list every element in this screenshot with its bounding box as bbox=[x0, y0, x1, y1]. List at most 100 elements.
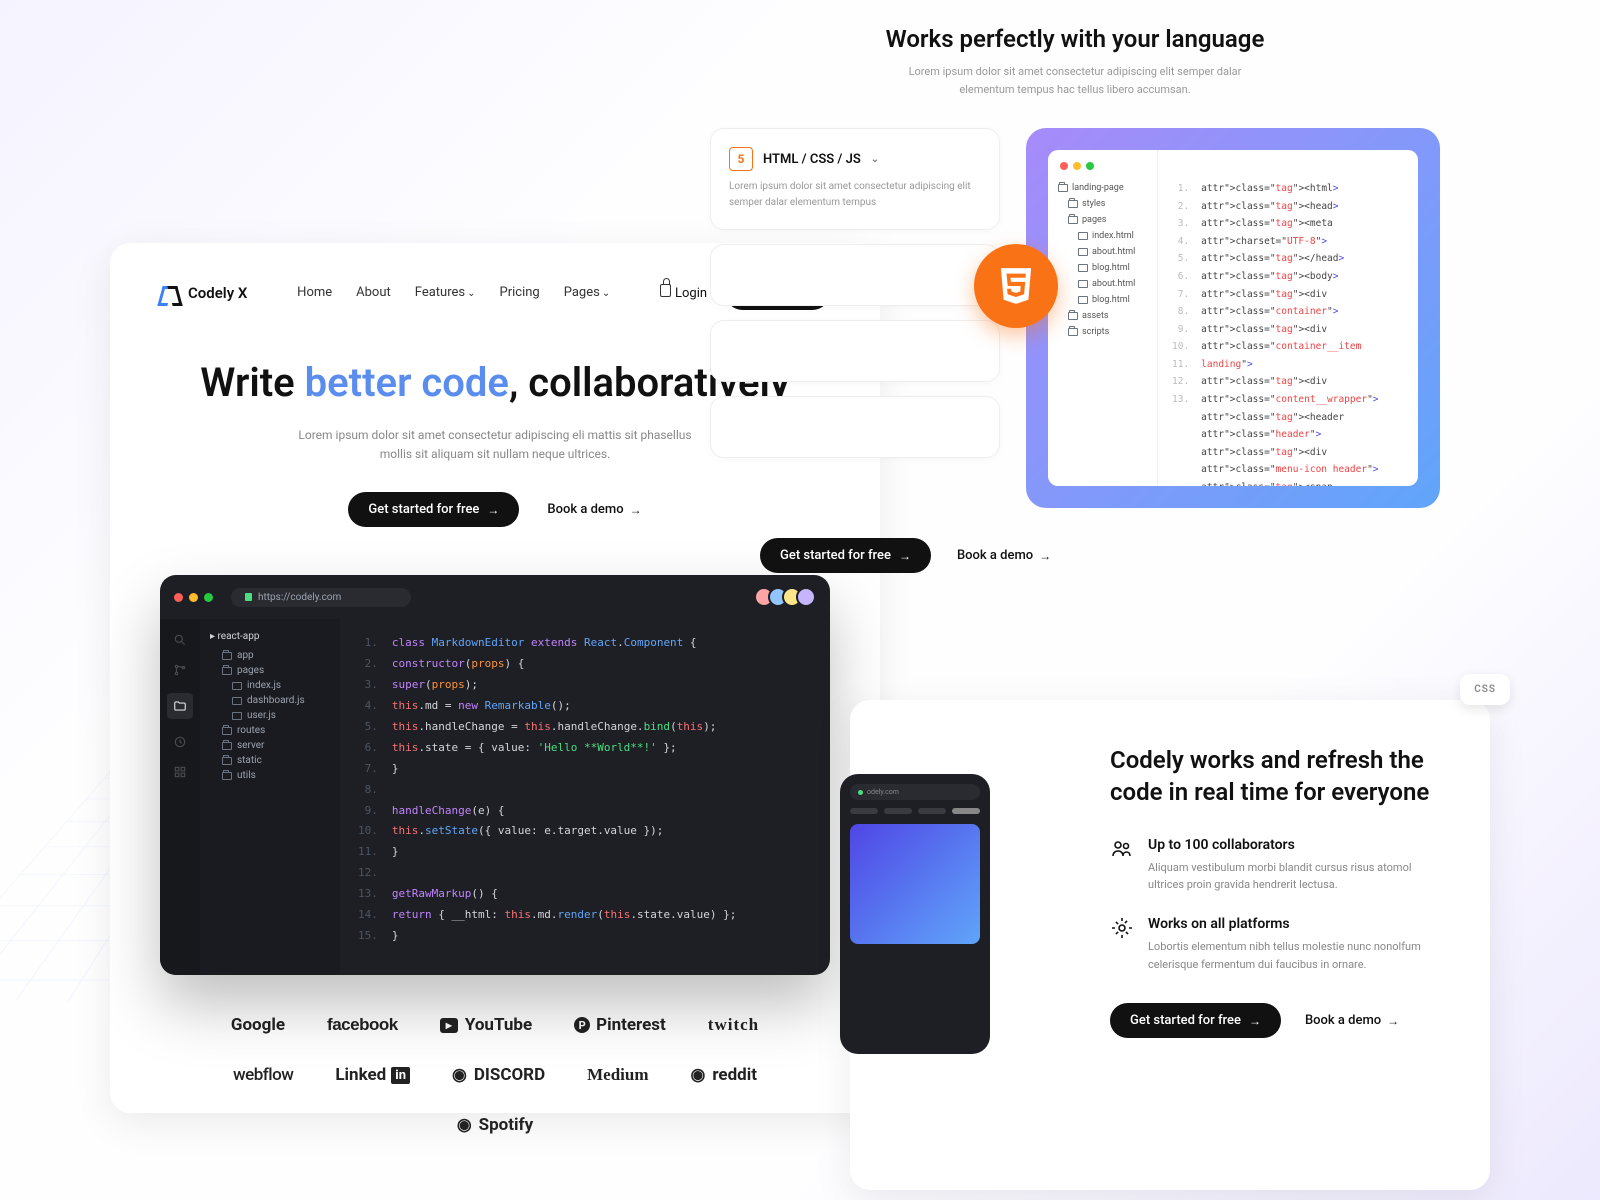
extensions-icon[interactable] bbox=[173, 765, 187, 779]
folder-icon bbox=[222, 742, 232, 750]
realtime-section: CSS odely.com Codely works and refresh t… bbox=[850, 700, 1490, 1190]
lang-card-title: HTML / CSS / JS bbox=[763, 152, 861, 167]
realtime-illustration: CSS odely.com bbox=[900, 744, 1070, 1146]
folder-icon bbox=[1068, 200, 1078, 208]
brand-logo: Pinterest bbox=[574, 1015, 666, 1035]
debug-icon[interactable] bbox=[173, 735, 187, 749]
lock-icon bbox=[245, 593, 252, 601]
lang-subtitle: Lorem ipsum dolor sit amet consectetur a… bbox=[885, 63, 1265, 98]
feature-title: Works on all platforms bbox=[1148, 916, 1440, 932]
feature-collaborators: Up to 100 collaboratorsAliquam vestibulu… bbox=[1110, 837, 1440, 894]
tree-item[interactable]: assets bbox=[1058, 308, 1147, 324]
html5-badge-icon bbox=[974, 244, 1058, 328]
language-card-placeholder[interactable] bbox=[710, 320, 1000, 382]
logo-text: Codely X bbox=[188, 284, 247, 302]
file-tree: ▸ react-app apppagesindex.jsdashboard.js… bbox=[200, 619, 340, 975]
folder-icon bbox=[222, 727, 232, 735]
folder-icon bbox=[222, 667, 232, 675]
feature-body: Aliquam vestibulum morbi blandit cursus … bbox=[1148, 859, 1440, 894]
book-demo-link[interactable]: Book a demo bbox=[1305, 1013, 1399, 1028]
tree-item[interactable]: blog.html bbox=[1058, 260, 1147, 276]
files-icon[interactable] bbox=[167, 693, 193, 719]
tree-root[interactable]: ▸ react-app bbox=[210, 631, 330, 642]
tree-item[interactable]: blog.html bbox=[1058, 292, 1147, 308]
get-started-free-button[interactable]: Get started for free bbox=[760, 538, 931, 573]
css-label: CSS bbox=[1460, 674, 1510, 705]
book-demo-link[interactable]: Book a demo bbox=[547, 502, 641, 517]
feature-platforms: Works on all platforms Lobortis elementum… bbox=[1110, 916, 1440, 973]
preview-tree: landing-pagestylespagesindex.htmlabout.h… bbox=[1048, 150, 1158, 486]
nav-item-pricing[interactable]: Pricing bbox=[500, 285, 540, 300]
file-icon bbox=[232, 682, 242, 690]
file-icon bbox=[1078, 248, 1088, 256]
language-card-placeholder[interactable] bbox=[710, 244, 1000, 306]
tree-item[interactable]: index.html bbox=[1058, 228, 1147, 244]
realtime-title: Codely works and refresh the code in rea… bbox=[1110, 744, 1440, 809]
brand-logo: Google bbox=[231, 1015, 285, 1035]
hero-subtitle: Lorem ipsum dolor sit amet consectetur a… bbox=[285, 426, 705, 464]
tree-item[interactable]: styles bbox=[1058, 196, 1147, 212]
logo[interactable]: Codely X bbox=[160, 283, 247, 303]
brand-logo: DISCORD bbox=[452, 1065, 545, 1085]
html5-icon: 5 bbox=[729, 147, 753, 171]
brand-logo: reddit bbox=[691, 1065, 758, 1085]
file-icon bbox=[232, 712, 242, 720]
brand-logo: YouTube bbox=[440, 1015, 532, 1035]
file-icon bbox=[1078, 232, 1088, 240]
file-icon bbox=[1078, 296, 1088, 304]
folder-icon bbox=[222, 757, 232, 765]
folder-icon bbox=[1068, 312, 1078, 320]
tree-item[interactable]: app bbox=[210, 648, 330, 663]
brand-logo: webflow bbox=[233, 1065, 293, 1085]
get-started-free-button[interactable]: Get started for free bbox=[1110, 1003, 1281, 1038]
language-card-html[interactable]: 5 HTML / CSS / JS ⌄ Lorem ipsum dolor si… bbox=[710, 128, 1000, 230]
brand-logo: Spotify bbox=[457, 1115, 533, 1135]
tree-item[interactable]: pages bbox=[1058, 212, 1147, 228]
tree-item[interactable]: user.js bbox=[210, 708, 330, 723]
lang-card-body: Lorem ipsum dolor sit amet consectetur a… bbox=[729, 179, 981, 211]
code-editor-mock: https://codely.com ▸ react-app apppagesi… bbox=[160, 575, 830, 975]
chevron-down-icon: ⌄ bbox=[871, 154, 879, 165]
language-section: Works perfectly with your language Lorem… bbox=[660, 0, 1490, 595]
search-icon[interactable] bbox=[173, 633, 187, 647]
window-controls bbox=[1060, 162, 1094, 170]
get-started-free-button[interactable]: Get started for free bbox=[348, 492, 519, 527]
tree-item[interactable]: about.html bbox=[1058, 276, 1147, 292]
tree-item[interactable]: server bbox=[210, 738, 330, 753]
tree-item[interactable]: static bbox=[210, 753, 330, 768]
brand-logo: Linkedin bbox=[335, 1065, 410, 1085]
file-icon bbox=[232, 697, 242, 705]
users-icon bbox=[1110, 837, 1134, 861]
phone-mock: odely.com bbox=[840, 774, 990, 1054]
activity-bar bbox=[160, 619, 200, 975]
brand-logos: Google facebook YouTube Pinterest twitch webf… bbox=[160, 1015, 830, 1135]
nav-item-about[interactable]: About bbox=[356, 285, 391, 300]
tree-item[interactable]: routes bbox=[210, 723, 330, 738]
code-preview: landing-pagestylespagesindex.htmlabout.h… bbox=[1026, 128, 1440, 508]
tree-item[interactable]: about.html bbox=[1058, 244, 1147, 260]
branch-icon[interactable] bbox=[173, 663, 187, 677]
feature-body: Lobortis elementum nibh tellus molestie … bbox=[1148, 938, 1440, 973]
book-demo-link[interactable]: Book a demo bbox=[957, 548, 1051, 563]
folder-icon bbox=[222, 652, 232, 660]
brand-logo: facebook bbox=[327, 1015, 398, 1035]
logo-icon bbox=[160, 283, 180, 303]
nav-menu: Home About Features Pricing Pages bbox=[297, 285, 610, 300]
nav-item-home[interactable]: Home bbox=[297, 285, 332, 300]
folder-icon bbox=[1058, 184, 1068, 192]
brand-logo: twitch bbox=[708, 1015, 759, 1035]
gear-icon bbox=[1110, 916, 1134, 940]
tree-item[interactable]: dashboard.js bbox=[210, 693, 330, 708]
tree-item[interactable]: index.js bbox=[210, 678, 330, 693]
tree-item[interactable]: utils bbox=[210, 768, 330, 783]
nav-item-features[interactable]: Features bbox=[415, 285, 476, 300]
tree-item[interactable]: landing-page bbox=[1058, 180, 1147, 196]
lang-title: Works perfectly with your language bbox=[710, 25, 1440, 53]
tree-item[interactable]: scripts bbox=[1058, 324, 1147, 340]
folder-icon bbox=[1068, 328, 1078, 336]
nav-item-pages[interactable]: Pages bbox=[564, 285, 611, 300]
brand-logo: Medium bbox=[587, 1065, 648, 1085]
tree-item[interactable]: pages bbox=[210, 663, 330, 678]
file-icon bbox=[1078, 264, 1088, 272]
language-card-placeholder[interactable] bbox=[710, 396, 1000, 458]
